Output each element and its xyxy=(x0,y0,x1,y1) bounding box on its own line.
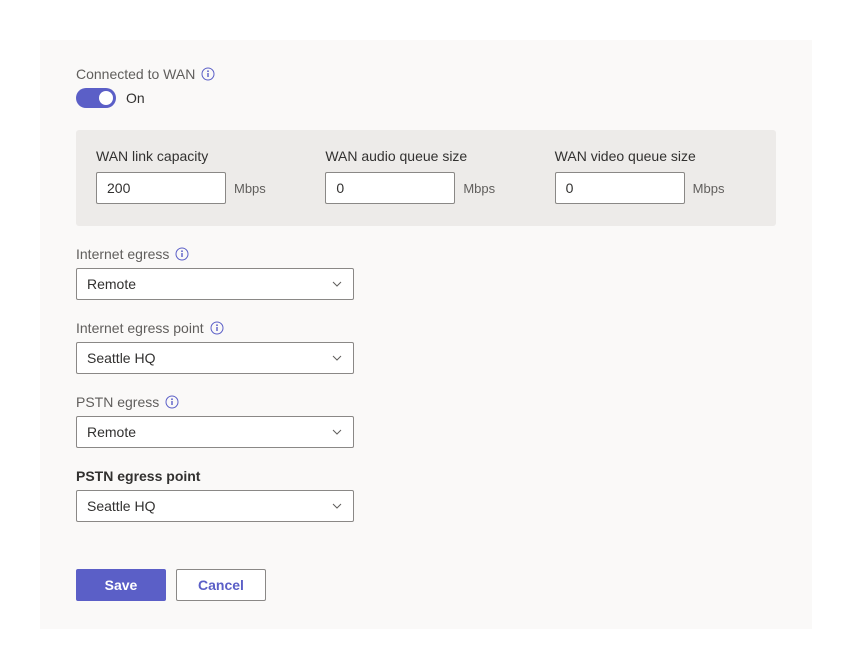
wan-settings-box: WAN link capacity Mbps WAN audio queue s… xyxy=(76,130,776,226)
save-button[interactable]: Save xyxy=(76,569,166,601)
toggle-state-label: On xyxy=(126,90,145,106)
pstn-egress-select[interactable]: Remote xyxy=(76,416,354,448)
internet-egress-point-group: Internet egress point Seattle HQ xyxy=(76,320,776,374)
wan-video-queue-unit: Mbps xyxy=(693,181,725,196)
wan-video-queue-field: WAN video queue size Mbps xyxy=(555,148,756,204)
info-icon[interactable] xyxy=(210,321,224,335)
internet-egress-select[interactable]: Remote xyxy=(76,268,354,300)
info-icon[interactable] xyxy=(201,67,215,81)
wan-link-capacity-input[interactable] xyxy=(96,172,226,204)
wan-audio-queue-input[interactable] xyxy=(325,172,455,204)
connected-to-wan-toggle-row: On xyxy=(76,88,776,108)
pstn-egress-point-group: PSTN egress point Seattle HQ xyxy=(76,468,776,522)
wan-audio-queue-unit: Mbps xyxy=(463,181,495,196)
wan-audio-queue-label: WAN audio queue size xyxy=(325,148,526,164)
pstn-egress-point-select[interactable]: Seattle HQ xyxy=(76,490,354,522)
info-icon[interactable] xyxy=(175,247,189,261)
internet-egress-point-value: Seattle HQ xyxy=(87,350,155,366)
internet-egress-group: Internet egress Remote xyxy=(76,246,776,300)
wan-link-capacity-field: WAN link capacity Mbps xyxy=(96,148,297,204)
internet-egress-value: Remote xyxy=(87,276,136,292)
chevron-down-icon xyxy=(331,278,343,290)
pstn-egress-point-value: Seattle HQ xyxy=(87,498,155,514)
wan-link-capacity-unit: Mbps xyxy=(234,181,266,196)
chevron-down-icon xyxy=(331,426,343,438)
pstn-egress-label: PSTN egress xyxy=(76,394,159,410)
cancel-button[interactable]: Cancel xyxy=(176,569,266,601)
chevron-down-icon xyxy=(331,352,343,364)
wan-link-capacity-label: WAN link capacity xyxy=(96,148,297,164)
chevron-down-icon xyxy=(331,500,343,512)
action-buttons: Save Cancel xyxy=(76,569,266,601)
connected-to-wan-label: Connected to WAN xyxy=(76,66,195,82)
wan-video-queue-input[interactable] xyxy=(555,172,685,204)
pstn-egress-value: Remote xyxy=(87,424,136,440)
pstn-egress-point-label: PSTN egress point xyxy=(76,468,200,484)
connected-to-wan-toggle[interactable] xyxy=(76,88,116,108)
pstn-egress-group: PSTN egress Remote xyxy=(76,394,776,448)
wan-video-queue-label: WAN video queue size xyxy=(555,148,756,164)
info-icon[interactable] xyxy=(165,395,179,409)
connected-to-wan-row: Connected to WAN xyxy=(76,66,776,82)
internet-egress-label: Internet egress xyxy=(76,246,169,262)
internet-egress-point-select[interactable]: Seattle HQ xyxy=(76,342,354,374)
internet-egress-point-label: Internet egress point xyxy=(76,320,204,336)
wan-audio-queue-field: WAN audio queue size Mbps xyxy=(325,148,526,204)
settings-panel: Connected to WAN On WAN link capacity Mb… xyxy=(40,40,812,629)
